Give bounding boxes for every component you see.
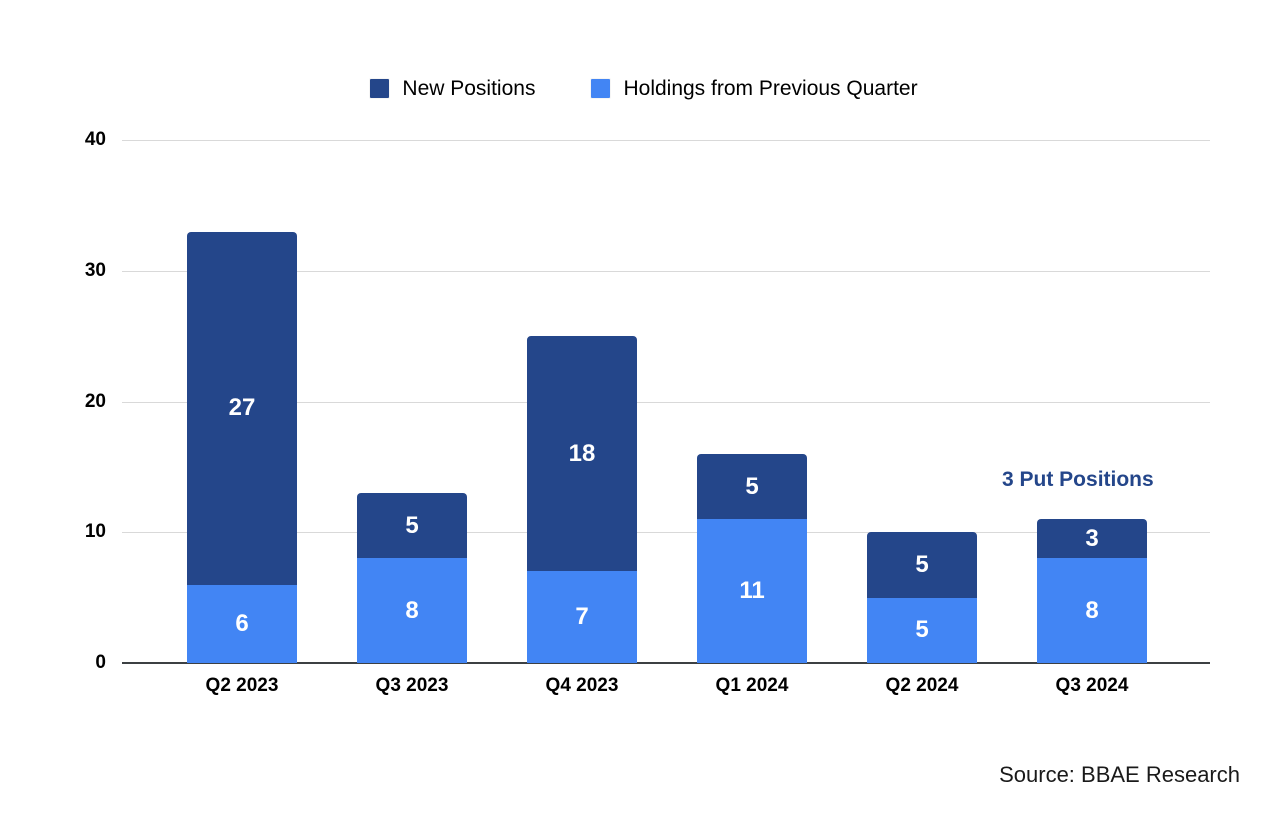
legend-entry-new-positions: New Positions — [370, 78, 535, 99]
bar-value-label: 18 — [568, 439, 596, 467]
bar-group[interactable]: 58 — [357, 493, 467, 663]
bar-group[interactable]: 5 11 — [697, 453, 807, 663]
bar-segment[interactable]: 27 — [187, 231, 297, 585]
bar-segment[interactable]: 7 — [527, 571, 637, 663]
bar-value-label: 3 — [1085, 524, 1099, 552]
bar-segment[interactable]: 5 — [357, 493, 467, 559]
bar-value-label: 5 — [745, 472, 759, 500]
bar-segment[interactable]: 18 — [527, 336, 637, 572]
bar-value-label: 8 — [405, 596, 419, 624]
bar-segment[interactable]: 5 — [867, 532, 977, 598]
bar-value-label: 8 — [1085, 596, 1099, 624]
legend-label-new-positions: New Positions — [402, 77, 536, 100]
bar-segment[interactable]: 6 — [187, 584, 297, 663]
bar-segment[interactable]: 11 — [697, 519, 807, 663]
bar-value-label: 5 — [915, 550, 929, 578]
x-axis-label: Q4 2023 — [545, 675, 619, 696]
x-axis-label: Q2 2024 — [885, 675, 959, 696]
bar-segment[interactable]: 3 — [1037, 519, 1147, 559]
bar-value-label: 27 — [228, 394, 256, 422]
chart-plot-area: 0 10 20 30 40 27 6 5 8 18 7 5 11 5 5 3 8 — [85, 129, 1210, 673]
legend-swatch-new-positions — [370, 79, 390, 98]
bar-group[interactable]: 38 — [1037, 519, 1147, 663]
bar-value-label: 5 — [915, 616, 929, 644]
put-positions-annotation: 3 Put Positions — [1002, 468, 1154, 491]
bar-value-label: 7 — [575, 603, 589, 631]
bar-segment[interactable]: 8 — [1037, 558, 1147, 663]
x-axis-labels: Q2 2023 Q3 2023 Q4 2023 Q1 2024 Q2 2024 Q3 20… — [122, 675, 1210, 705]
y-axis-tick-label: 20 — [84, 390, 106, 412]
legend-label-holdings-previous-quarter: Holdings from Previous Quarter — [623, 77, 918, 100]
bar-group[interactable]: 27 6 — [187, 231, 297, 663]
bar-segment[interactable]: 8 — [357, 558, 467, 663]
source-attribution: Source: BBAE Research — [999, 762, 1240, 787]
bar-value-label: 5 — [405, 511, 419, 539]
chart-legend: New Positions Holdings from Previous Qua… — [0, 78, 1288, 99]
bar-value-label: 11 — [739, 577, 765, 605]
legend-entry-holdings-previous-quarter: Holdings from Previous Quarter — [591, 77, 918, 100]
y-axis-tick-label: 40 — [84, 129, 106, 150]
chart-bars: 27 6 5 8 18 7 5 11 5 5 3 8 — [122, 140, 1210, 663]
bar-group[interactable]: 18 7 — [527, 336, 637, 663]
y-axis-tick-label: 10 — [84, 521, 106, 543]
bar-segment[interactable]: 5 — [867, 597, 977, 663]
bar-group[interactable]: 55 — [867, 532, 977, 663]
legend-swatch-holdings-previous-quarter — [591, 79, 611, 98]
x-axis-label: Q2 2023 — [205, 675, 279, 696]
bar-value-label: 6 — [235, 609, 249, 637]
y-axis-tick-label: 0 — [95, 652, 106, 673]
x-axis-label: Q3 2023 — [375, 675, 449, 696]
y-axis-tick-label: 30 — [84, 259, 106, 281]
bar-segment[interactable]: 5 — [697, 453, 807, 520]
x-axis-label: Q3 2024 — [1055, 675, 1129, 696]
x-axis-label: Q1 2024 — [715, 675, 789, 696]
